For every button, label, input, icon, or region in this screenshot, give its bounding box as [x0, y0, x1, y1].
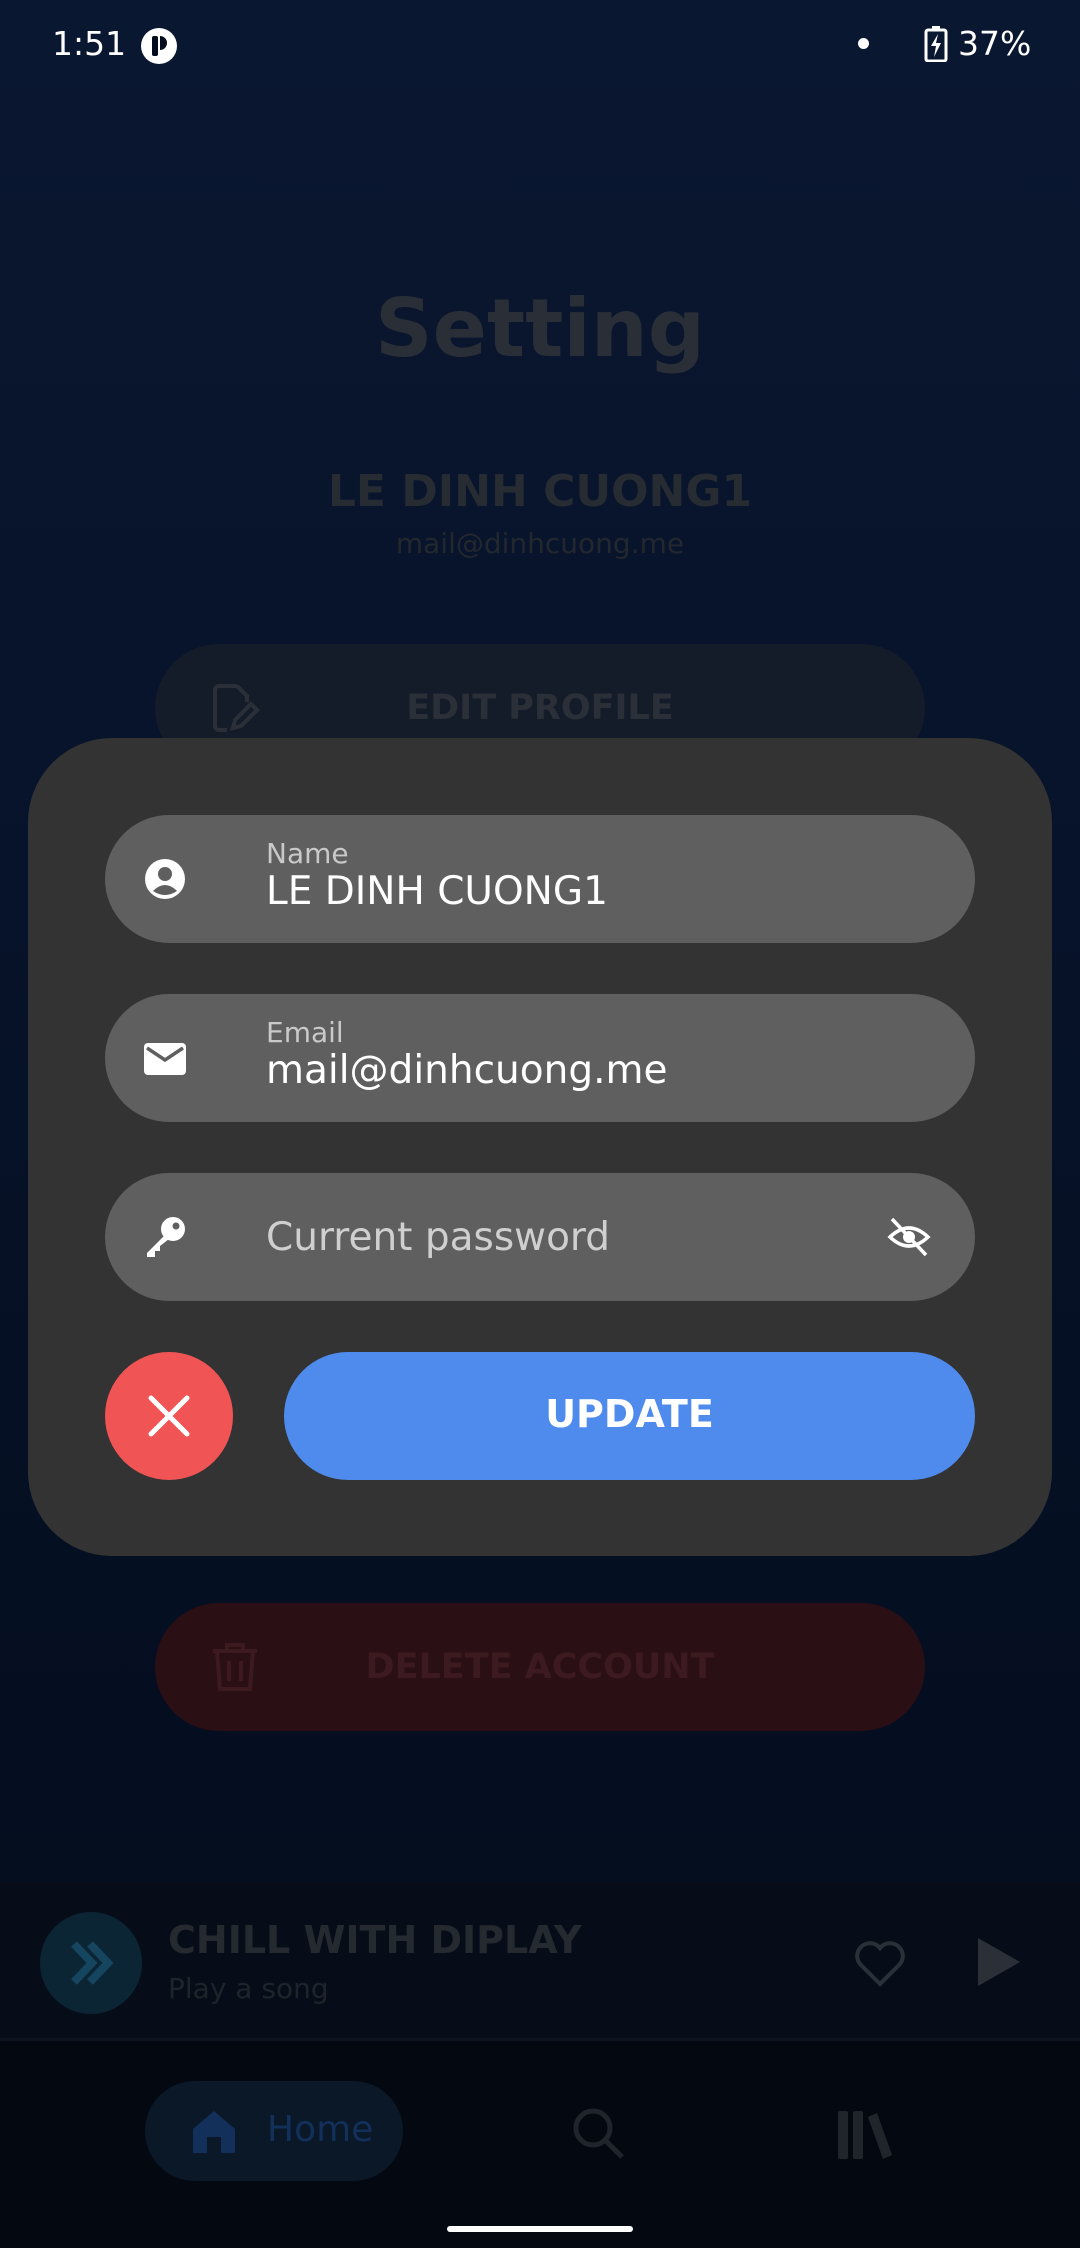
delete-account-button: DELETE ACCOUNT — [155, 1603, 925, 1731]
edit-profile-dialog: Name LE DINH CUONG1 Email mail@dinhcuong… — [28, 738, 1052, 1556]
name-field-label: Name — [266, 837, 349, 870]
close-icon — [148, 1395, 190, 1437]
account-circle-icon — [145, 859, 185, 899]
profile-name: LE DINH CUONG1 — [327, 466, 753, 517]
eye-off-icon[interactable] — [886, 1215, 932, 1259]
nav-home: Home — [145, 2081, 403, 2181]
edit-profile-label: EDIT PROFILE — [406, 688, 674, 728]
current-password-field[interactable]: Current password — [105, 1173, 975, 1301]
cancel-button[interactable] — [105, 1352, 233, 1480]
profile-email: mail@dinhcuong.me — [395, 527, 685, 560]
name-field-value[interactable]: LE DINH CUONG1 — [266, 869, 608, 914]
mail-icon — [144, 1043, 186, 1075]
library-icon — [838, 2111, 892, 2159]
player-title: CHILL WITH DIPLAY — [168, 1918, 582, 1962]
player-artwork — [40, 1912, 142, 2014]
current-password-placeholder[interactable]: Current password — [266, 1215, 610, 1260]
update-button[interactable]: UPDATE — [284, 1352, 975, 1480]
search-icon — [573, 2108, 624, 2159]
email-field-value[interactable]: mail@dinhcuong.me — [266, 1048, 667, 1093]
bottom-nav: Home — [0, 2041, 1080, 2248]
gesture-bar[interactable] — [447, 2226, 633, 2232]
email-field-label: Email — [266, 1016, 344, 1049]
delete-account-label: DELETE ACCOUNT — [365, 1647, 715, 1687]
update-button-label: UPDATE — [545, 1392, 714, 1436]
player-subtitle: Play a song — [168, 1972, 329, 2005]
heart-icon — [855, 1941, 905, 1987]
key-icon — [147, 1217, 185, 1257]
email-field[interactable]: Email mail@dinhcuong.me — [105, 994, 975, 1122]
nav-home-label: Home — [267, 2109, 374, 2150]
play-icon — [978, 1938, 1020, 1986]
home-icon — [193, 2111, 235, 2153]
play-logo-icon — [71, 1941, 114, 1985]
mini-player: CHILL WITH DIPLAY Play a song — [0, 1882, 1080, 2040]
page-title: Setting — [375, 282, 705, 375]
name-field[interactable]: Name LE DINH CUONG1 — [105, 815, 975, 943]
